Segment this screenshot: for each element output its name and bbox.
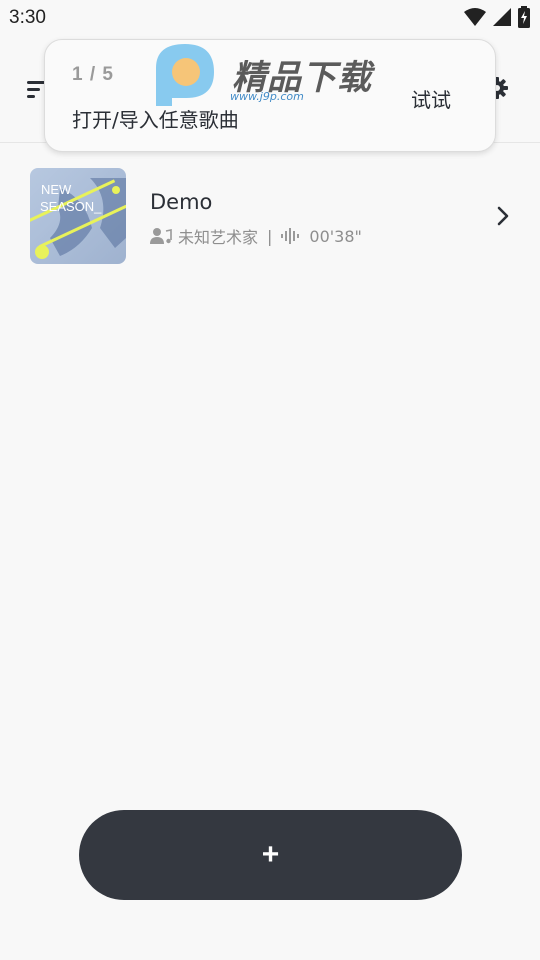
guide-try-button[interactable]: 试试 (411, 84, 451, 113)
waveform-icon (281, 228, 300, 244)
song-meta: 未知艺术家 | 00'38" (150, 224, 362, 248)
wifi-icon (464, 8, 486, 26)
guide-step: 1 / 5 (72, 64, 114, 85)
chevron-right-icon[interactable] (496, 206, 510, 226)
artist-icon (150, 228, 172, 244)
watermark-url: www.j9p.com (230, 90, 304, 103)
status-icons (464, 6, 530, 28)
meta-separator: | (267, 226, 273, 246)
signal-icon (493, 8, 511, 26)
status-bar: 3:30 (0, 0, 540, 36)
song-duration: 00'38" (309, 226, 362, 246)
add-button-label: + (261, 838, 280, 871)
status-time: 3:30 (9, 7, 46, 28)
watermark: 精品下载 www.j9p.com (150, 40, 380, 110)
album-cover-art: NEW SEASON_ (30, 168, 126, 264)
album-cover: NEW SEASON_ (30, 168, 126, 264)
screen: 3:30 1 / 5 打开/导入任意歌曲 试试 精品下载 www.j9p.com… (0, 0, 540, 960)
song-title: Demo (150, 190, 213, 214)
cover-text-season: SEASON_ (40, 199, 102, 214)
cover-text-new: NEW (41, 182, 72, 197)
watermark-logo-icon (156, 44, 214, 106)
song-artist: 未知艺术家 (178, 228, 259, 247)
add-button[interactable]: + (79, 810, 462, 900)
battery-icon (518, 6, 530, 28)
list-item[interactable]: NEW SEASON_ Demo 未知艺术家 | 00'38" (0, 160, 540, 272)
